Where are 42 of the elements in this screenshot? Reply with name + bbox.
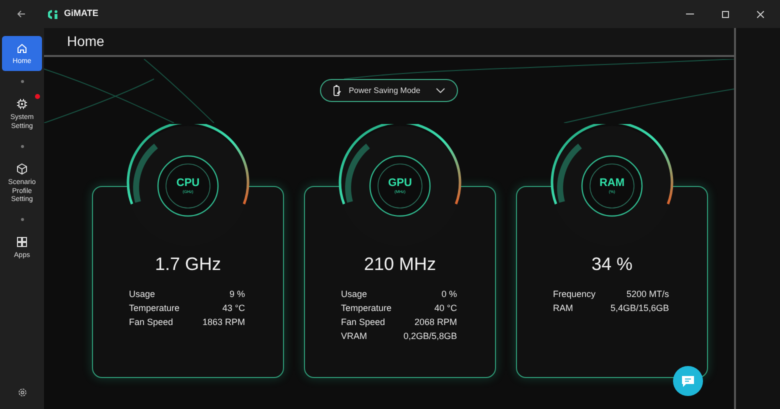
close-icon[interactable] [757,10,764,18]
chevron-down-icon [436,88,446,93]
reading-value: 210 MHz [362,253,438,276]
gauge-label: CPU [176,178,200,188]
stat-value: 40 °C [434,302,457,315]
stat-value: 9 % [229,288,245,301]
stat-value: 2068 RPM [414,316,457,329]
stat-label: Temperature [129,302,180,315]
battery-leaf-icon [332,85,341,96]
stat-value: 43 °C [222,302,245,315]
stat-label: Frequency [553,288,596,301]
stat-label: Temperature [341,302,392,315]
stat-label: RAM [553,302,573,315]
stat-value: 5,4GB/15,6GB [610,302,669,315]
stat-label: Fan Speed [341,316,386,329]
stat-label: Fan Speed [129,316,174,329]
chat-icon [681,375,695,387]
stat-label: Usage [341,288,368,301]
stat-label: Usage [129,288,156,301]
reading-value: 34 % [590,253,634,276]
page-title: Home [67,32,104,51]
maximize-icon[interactable] [722,10,729,18]
back-icon[interactable] [17,10,26,18]
chat-button[interactable] [673,366,703,396]
home-icon [16,42,28,54]
dropdown-value: Power Saving Mode [348,84,420,96]
chip-icon [16,98,28,110]
settings-icon[interactable] [18,388,26,397]
cube-icon [16,163,28,176]
reading-value: 1.7 GHz [154,253,222,276]
logo-icon [48,10,58,18]
gauge-label: GPU [388,178,412,188]
stat-value: 0,2GB/5,8GB [403,330,457,343]
app-name: GiMATE [64,7,98,20]
stat-value: 5200 MT/s [626,288,669,301]
mode-dropdown[interactable]: Power Saving Mode [320,79,458,102]
stat-label: VRAM [341,330,368,343]
gauge-label: RAM [599,178,625,188]
minimize-icon[interactable] [686,13,694,15]
stat-value: 0 % [441,288,457,301]
apps-icon [16,236,28,248]
stat-value: 1863 RPM [202,316,245,329]
